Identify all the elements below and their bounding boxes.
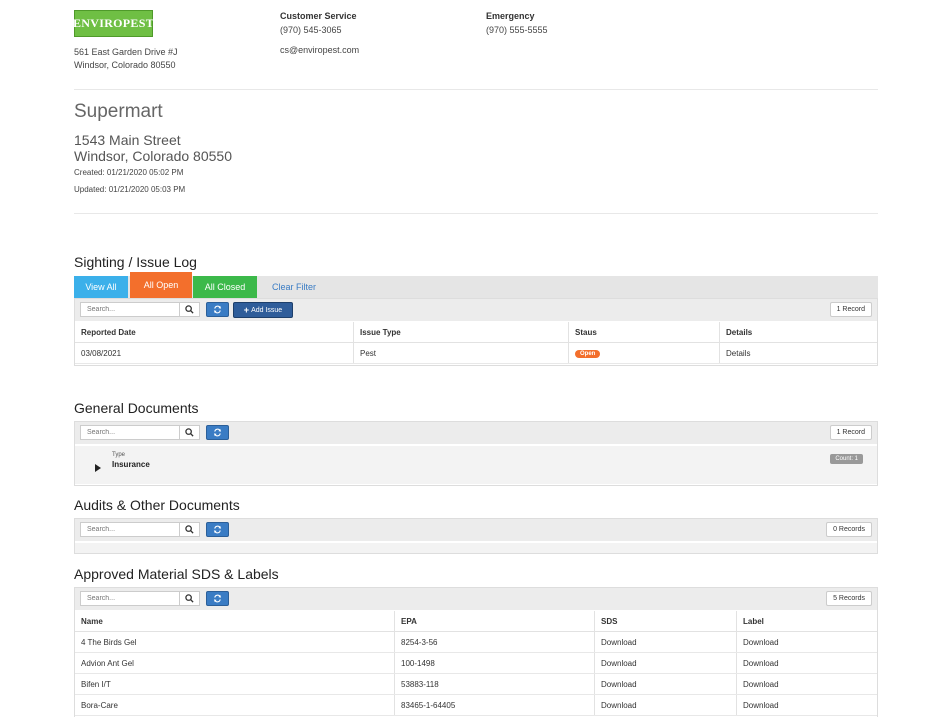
header-divider [74, 89, 878, 90]
reported-date-cell: 03/08/2021 [75, 342, 354, 364]
details-link[interactable]: Details [719, 342, 877, 364]
customer-service-email[interactable]: cs@enviropest.com [280, 45, 359, 55]
plus-icon: + [243, 305, 250, 315]
audits-toolbar: 0 Records [75, 519, 877, 541]
material-name-cell: 4 The Birds Gel [75, 631, 395, 653]
materials-search-input[interactable] [80, 591, 180, 606]
sds-download-link[interactable]: Download [594, 652, 737, 674]
col-issue-type[interactable]: Issue Type [353, 322, 569, 343]
col-epa[interactable]: EPA [394, 611, 595, 632]
refresh-icon[interactable] [206, 302, 229, 317]
company-address-line2: Windsor, Colorado 80550 [74, 60, 176, 70]
issue-log-panel: + Add Issue 1 Record Reported Date Issue… [74, 298, 878, 366]
label-download-link[interactable]: Download [736, 694, 877, 716]
site-city-state-zip: Windsor, Colorado 80550 [74, 148, 232, 164]
expand-triangle-icon[interactable] [95, 459, 101, 477]
audits-record-count: 0 Records [826, 522, 872, 537]
emergency-phone[interactable]: (970) 555-5555 [486, 25, 548, 35]
table-row: Advion Ant Gel 100-1498 Download Downloa… [75, 652, 877, 674]
label-download-link[interactable]: Download [736, 652, 877, 674]
customer-service-label: Customer Service [280, 11, 357, 21]
search-icon[interactable] [180, 591, 200, 606]
view-all-button[interactable]: View All [74, 276, 128, 298]
audits-title: Audits & Other Documents [74, 497, 240, 513]
general-documents-record-count: 1 Record [829, 425, 872, 440]
status-badge: Open [575, 350, 601, 358]
enviropest-logo[interactable]: ENVIROPEST [72, 10, 155, 37]
material-epa-cell: 83465-1-64405 [394, 694, 595, 716]
customer-service-phone[interactable]: (970) 545-3065 [280, 25, 342, 35]
table-row: Bifen I/T 53883-118 Download Download [75, 673, 877, 695]
col-sds[interactable]: SDS [594, 611, 737, 632]
materials-panel: 5 Records Name EPA SDS Label 4 The Birds… [74, 587, 878, 717]
general-documents-panel: 1 Record Type Insurance Count: 1 [74, 421, 878, 486]
audits-search-input[interactable] [80, 522, 180, 537]
sds-download-link[interactable]: Download [594, 673, 737, 695]
sighting-log-title: Sighting / Issue Log [74, 254, 197, 270]
material-name-cell: Advion Ant Gel [75, 652, 395, 674]
table-row: Bora-Care 83465-1-64405 Download Downloa… [75, 694, 877, 716]
issue-log-toolbar: + Add Issue 1 Record [75, 299, 877, 321]
status-cell: Open [568, 342, 720, 364]
materials-title: Approved Material SDS & Labels [74, 566, 279, 582]
site-street: 1543 Main Street [74, 132, 181, 148]
add-issue-label: Add Issue [251, 306, 283, 314]
all-open-button[interactable]: All Open [130, 272, 192, 298]
audits-empty-row [75, 543, 877, 553]
sds-download-link[interactable]: Download [594, 694, 737, 716]
label-download-link[interactable]: Download [736, 631, 877, 653]
col-label[interactable]: Label [736, 611, 877, 632]
site-updated: Updated: 01/21/2020 05:03 PM [74, 185, 186, 194]
site-name: Supermart [74, 101, 163, 122]
all-closed-button[interactable]: All Closed [193, 276, 257, 298]
sds-download-link[interactable]: Download [594, 631, 737, 653]
issue-type-cell: Pest [353, 342, 569, 364]
material-epa-cell: 53883-118 [394, 673, 595, 695]
general-documents-title: General Documents [74, 400, 199, 416]
emergency-label: Emergency [486, 11, 535, 21]
table-row[interactable]: 03/08/2021 Pest Open Details [75, 342, 877, 364]
add-issue-button[interactable]: + Add Issue [233, 302, 293, 318]
material-epa-cell: 8254-3-56 [394, 631, 595, 653]
site-divider [74, 213, 878, 214]
materials-toolbar: 5 Records [75, 588, 877, 610]
search-icon[interactable] [180, 425, 200, 440]
issue-record-count: 1 Record [829, 302, 872, 317]
material-name-cell: Bora-Care [75, 694, 395, 716]
document-group-row[interactable]: Type Insurance Count: 1 [75, 446, 877, 484]
logo-text: ENVIROPEST [72, 16, 155, 30]
col-name[interactable]: Name [75, 611, 395, 632]
audits-panel: 0 Records [74, 518, 878, 554]
material-epa-cell: 100-1498 [394, 652, 595, 674]
search-icon[interactable] [180, 302, 200, 317]
issue-search-input[interactable] [80, 302, 180, 317]
col-reported-date[interactable]: Reported Date [75, 322, 354, 343]
col-status[interactable]: Staus [568, 322, 720, 343]
clear-filter-link[interactable]: Clear Filter [265, 276, 323, 298]
label-download-link[interactable]: Download [736, 673, 877, 695]
general-documents-toolbar: 1 Record [75, 422, 877, 444]
materials-table: Name EPA SDS Label 4 The Birds Gel 8254-… [75, 611, 877, 716]
search-icon[interactable] [180, 522, 200, 537]
refresh-icon[interactable] [206, 591, 229, 606]
issue-filter-bar: View All All Open All Closed Clear Filte… [74, 272, 878, 298]
company-address-line1: 561 East Garden Drive #J [74, 47, 178, 57]
table-row: 4 The Birds Gel 8254-3-56 Download Downl… [75, 631, 877, 653]
refresh-icon[interactable] [206, 425, 229, 440]
group-type-label: Type [112, 452, 126, 458]
material-name-cell: Bifen I/T [75, 673, 395, 695]
materials-record-count: 5 Records [826, 591, 872, 606]
group-type-value: Insurance [112, 460, 150, 469]
site-created: Created: 01/21/2020 05:02 PM [74, 168, 184, 177]
issue-table: Reported Date Issue Type Staus Details 0… [75, 322, 877, 364]
group-count-badge: Count: 1 [830, 454, 863, 464]
refresh-icon[interactable] [206, 522, 229, 537]
general-documents-search-input[interactable] [80, 425, 180, 440]
col-details[interactable]: Details [719, 322, 877, 343]
